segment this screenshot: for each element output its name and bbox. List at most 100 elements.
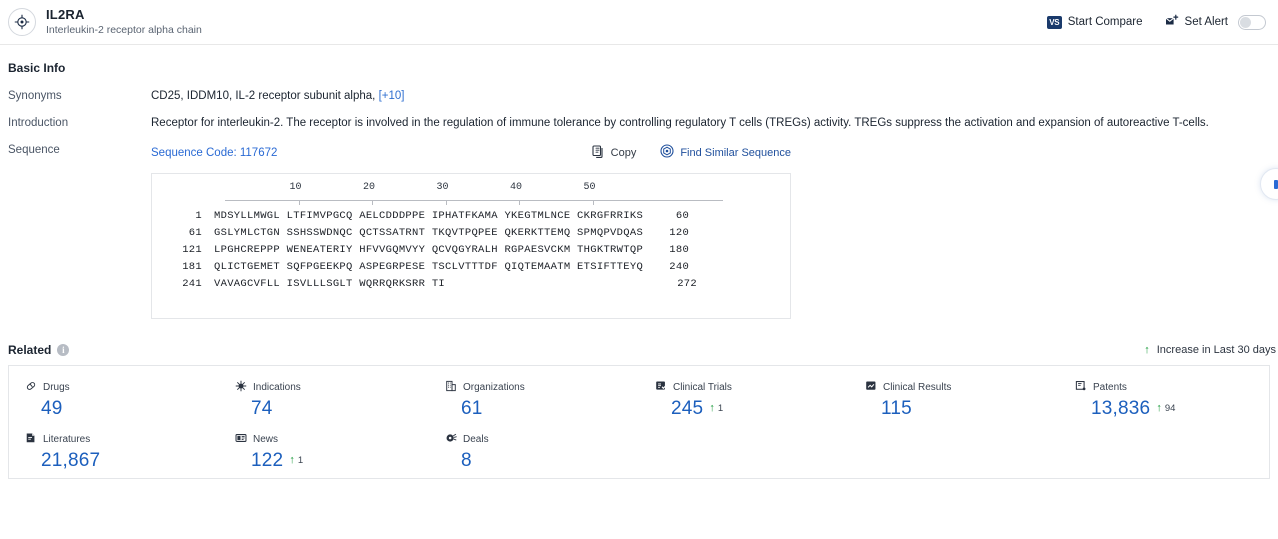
building-icon bbox=[445, 380, 457, 395]
stat-value: 13,836 bbox=[1091, 398, 1151, 419]
stat-organizations[interactable]: Organizations 61 bbox=[429, 380, 639, 420]
sequence-viewer[interactable]: 10 20 30 40 50 1 MDSYLLMWGL LTFIMVPGCQ AELCDD… bbox=[151, 173, 791, 319]
stat-value-row: 74 bbox=[235, 398, 429, 420]
clinical-result-icon bbox=[865, 380, 877, 395]
sequence-row-start: 181 bbox=[182, 261, 202, 273]
set-alert-button[interactable]: Set Alert bbox=[1165, 14, 1266, 30]
stat-value: 21,867 bbox=[41, 450, 101, 471]
header-actions: VS Start Compare Set Alert bbox=[1046, 14, 1266, 30]
virus-icon bbox=[235, 380, 247, 395]
page-title: IL2RA bbox=[46, 7, 85, 22]
introduction-value: Receptor for interleukin-2. The receptor… bbox=[151, 117, 1209, 129]
sequence-row-start: 61 bbox=[188, 227, 202, 239]
start-compare-button[interactable]: VS Start Compare bbox=[1046, 15, 1143, 29]
related-bar: Related i ↑ Increase in Last 30 days bbox=[0, 343, 1278, 357]
sequence-code[interactable]: Sequence Code: 117672 bbox=[151, 147, 277, 159]
sequence-tools: Copy Find Similar Sequence bbox=[592, 144, 791, 161]
sequence-row-end: 60 bbox=[675, 210, 690, 222]
alert-toggle[interactable] bbox=[1238, 14, 1266, 30]
ruler-tick-label: 50 bbox=[583, 182, 596, 193]
sequence-header: Sequence Code: 117672 Copy Find Similar … bbox=[151, 144, 791, 161]
stat-value: 122 bbox=[251, 450, 284, 471]
sequence-row: 1 MDSYLLMWGL LTFIMVPGCQ AELCDDDPPE IPHATF… bbox=[152, 208, 790, 225]
chevron-left-icon bbox=[1274, 179, 1278, 189]
ruler-tick-mark bbox=[519, 201, 520, 205]
sequence-row: 181 QLICTGEMET SQFPGEEKPQ ASPEGRPESE TSCL… bbox=[152, 259, 790, 276]
sequence-row-end: 272 bbox=[677, 278, 697, 290]
legend-label: Increase in Last 30 days bbox=[1156, 344, 1276, 356]
stat-clinical-results[interactable]: Clinical Results 115 bbox=[849, 380, 1059, 420]
stat-header: Clinical Trials bbox=[655, 380, 849, 395]
stat-value: 245 bbox=[671, 398, 704, 419]
stat-deals[interactable]: Deals 8 bbox=[429, 432, 639, 472]
stat-label: News bbox=[253, 434, 279, 445]
synonyms-text: CD25, IDDM10, IL-2 receptor subunit alph… bbox=[151, 90, 376, 102]
pill-icon bbox=[25, 380, 37, 395]
related-title: Related bbox=[8, 343, 52, 357]
stat-value-row: 8 bbox=[445, 450, 639, 472]
sequence-row: Sequence Sequence Code: 117672 Copy Find… bbox=[0, 129, 1278, 161]
stat-value: 8 bbox=[461, 450, 472, 471]
info-icon[interactable]: i bbox=[57, 344, 70, 356]
alert-icon bbox=[1165, 14, 1179, 30]
stat-value-row: 122 ↑ 1 bbox=[235, 450, 429, 472]
increase-legend: ↑ Increase in Last 30 days bbox=[1144, 344, 1276, 356]
stat-delta-value: 1 bbox=[717, 402, 724, 414]
basic-info-title: Basic Info bbox=[8, 61, 66, 75]
stat-value: 61 bbox=[461, 398, 483, 419]
stat-header: Indications bbox=[235, 380, 429, 395]
sequence-row-end: 180 bbox=[669, 244, 690, 256]
sequence-rows: 1 MDSYLLMWGL LTFIMVPGCQ AELCDDDPPE IPHATF… bbox=[152, 208, 790, 293]
side-panel-toggle-button[interactable] bbox=[1260, 168, 1278, 200]
stat-drugs[interactable]: Drugs 49 bbox=[9, 380, 219, 420]
ruler-tick-label: 20 bbox=[363, 182, 376, 193]
vs-icon: VS bbox=[1046, 15, 1062, 29]
news-icon bbox=[235, 432, 247, 447]
ruler-tick-mark bbox=[298, 201, 300, 205]
stat-news[interactable]: News 122 ↑ 1 bbox=[219, 432, 429, 472]
stat-value: 74 bbox=[251, 398, 273, 419]
stat-clinical-trials[interactable]: Clinical Trials 245 ↑ 1 bbox=[639, 380, 849, 420]
stat-value-row: 115 bbox=[865, 398, 1059, 420]
synonyms-more-link[interactable]: [+10] bbox=[379, 90, 405, 102]
related-stats-card: Drugs 49 Indications 74 Organizations 61 Clini… bbox=[8, 365, 1270, 479]
stat-value-row: 61 bbox=[445, 398, 639, 420]
up-arrow-icon: ↑ bbox=[1156, 402, 1162, 414]
up-arrow-icon: ↑ bbox=[1144, 344, 1150, 356]
stat-delta: ↑ 1 bbox=[709, 402, 723, 414]
copy-label: Copy bbox=[610, 146, 637, 159]
introduction-label: Introduction bbox=[8, 117, 69, 129]
stat-value-row: 13,836 ↑ 94 bbox=[1075, 398, 1269, 420]
sequence-row: 241 VAVAGCVFLL ISVLLLSGLT WQRRQRKSRR TI 27… bbox=[152, 276, 790, 293]
stat-header: Literatures bbox=[25, 432, 219, 447]
ruler-tick-label: 10 bbox=[289, 182, 302, 193]
find-similar-label: Find Similar Sequence bbox=[680, 146, 791, 159]
stat-label: Clinical Results bbox=[883, 382, 952, 393]
sequence-row-residues: MDSYLLMWGL LTFIMVPGCQ AELCDDDPPE IPHATFK… bbox=[214, 210, 644, 222]
stat-label: Organizations bbox=[463, 382, 525, 393]
copy-button[interactable]: Copy bbox=[592, 144, 637, 161]
synonyms-label: Synonyms bbox=[8, 90, 62, 102]
up-arrow-icon: ↑ bbox=[289, 454, 295, 466]
copy-icon bbox=[592, 144, 605, 161]
up-arrow-icon: ↑ bbox=[709, 402, 715, 414]
stat-value-row: 21,867 bbox=[25, 450, 219, 472]
find-similar-sequence-button[interactable]: Find Similar Sequence bbox=[660, 144, 791, 161]
ruler-tick-label: 30 bbox=[436, 182, 449, 193]
stat-label: Deals bbox=[463, 434, 489, 445]
stat-indications[interactable]: Indications 74 bbox=[219, 380, 429, 420]
stat-header: News bbox=[235, 432, 429, 447]
stat-header: Patents bbox=[1075, 380, 1269, 395]
find-similar-icon bbox=[660, 144, 674, 161]
patent-icon bbox=[1075, 380, 1087, 395]
stat-header: Deals bbox=[445, 432, 639, 447]
stat-header: Clinical Results bbox=[865, 380, 1059, 395]
stat-value: 49 bbox=[41, 398, 63, 419]
sequence-row-residues: VAVAGCVFLL ISVLLLSGLT WQRRQRKSRR TI bbox=[214, 278, 446, 290]
stat-literatures[interactable]: Literatures 21,867 bbox=[9, 432, 219, 472]
set-alert-label: Set Alert bbox=[1184, 16, 1228, 28]
stat-value-row: 245 ↑ 1 bbox=[655, 398, 849, 420]
sequence-row-start: 1 bbox=[195, 210, 202, 222]
stat-patents[interactable]: Patents 13,836 ↑ 94 bbox=[1059, 380, 1269, 420]
stat-label: Drugs bbox=[43, 382, 70, 393]
